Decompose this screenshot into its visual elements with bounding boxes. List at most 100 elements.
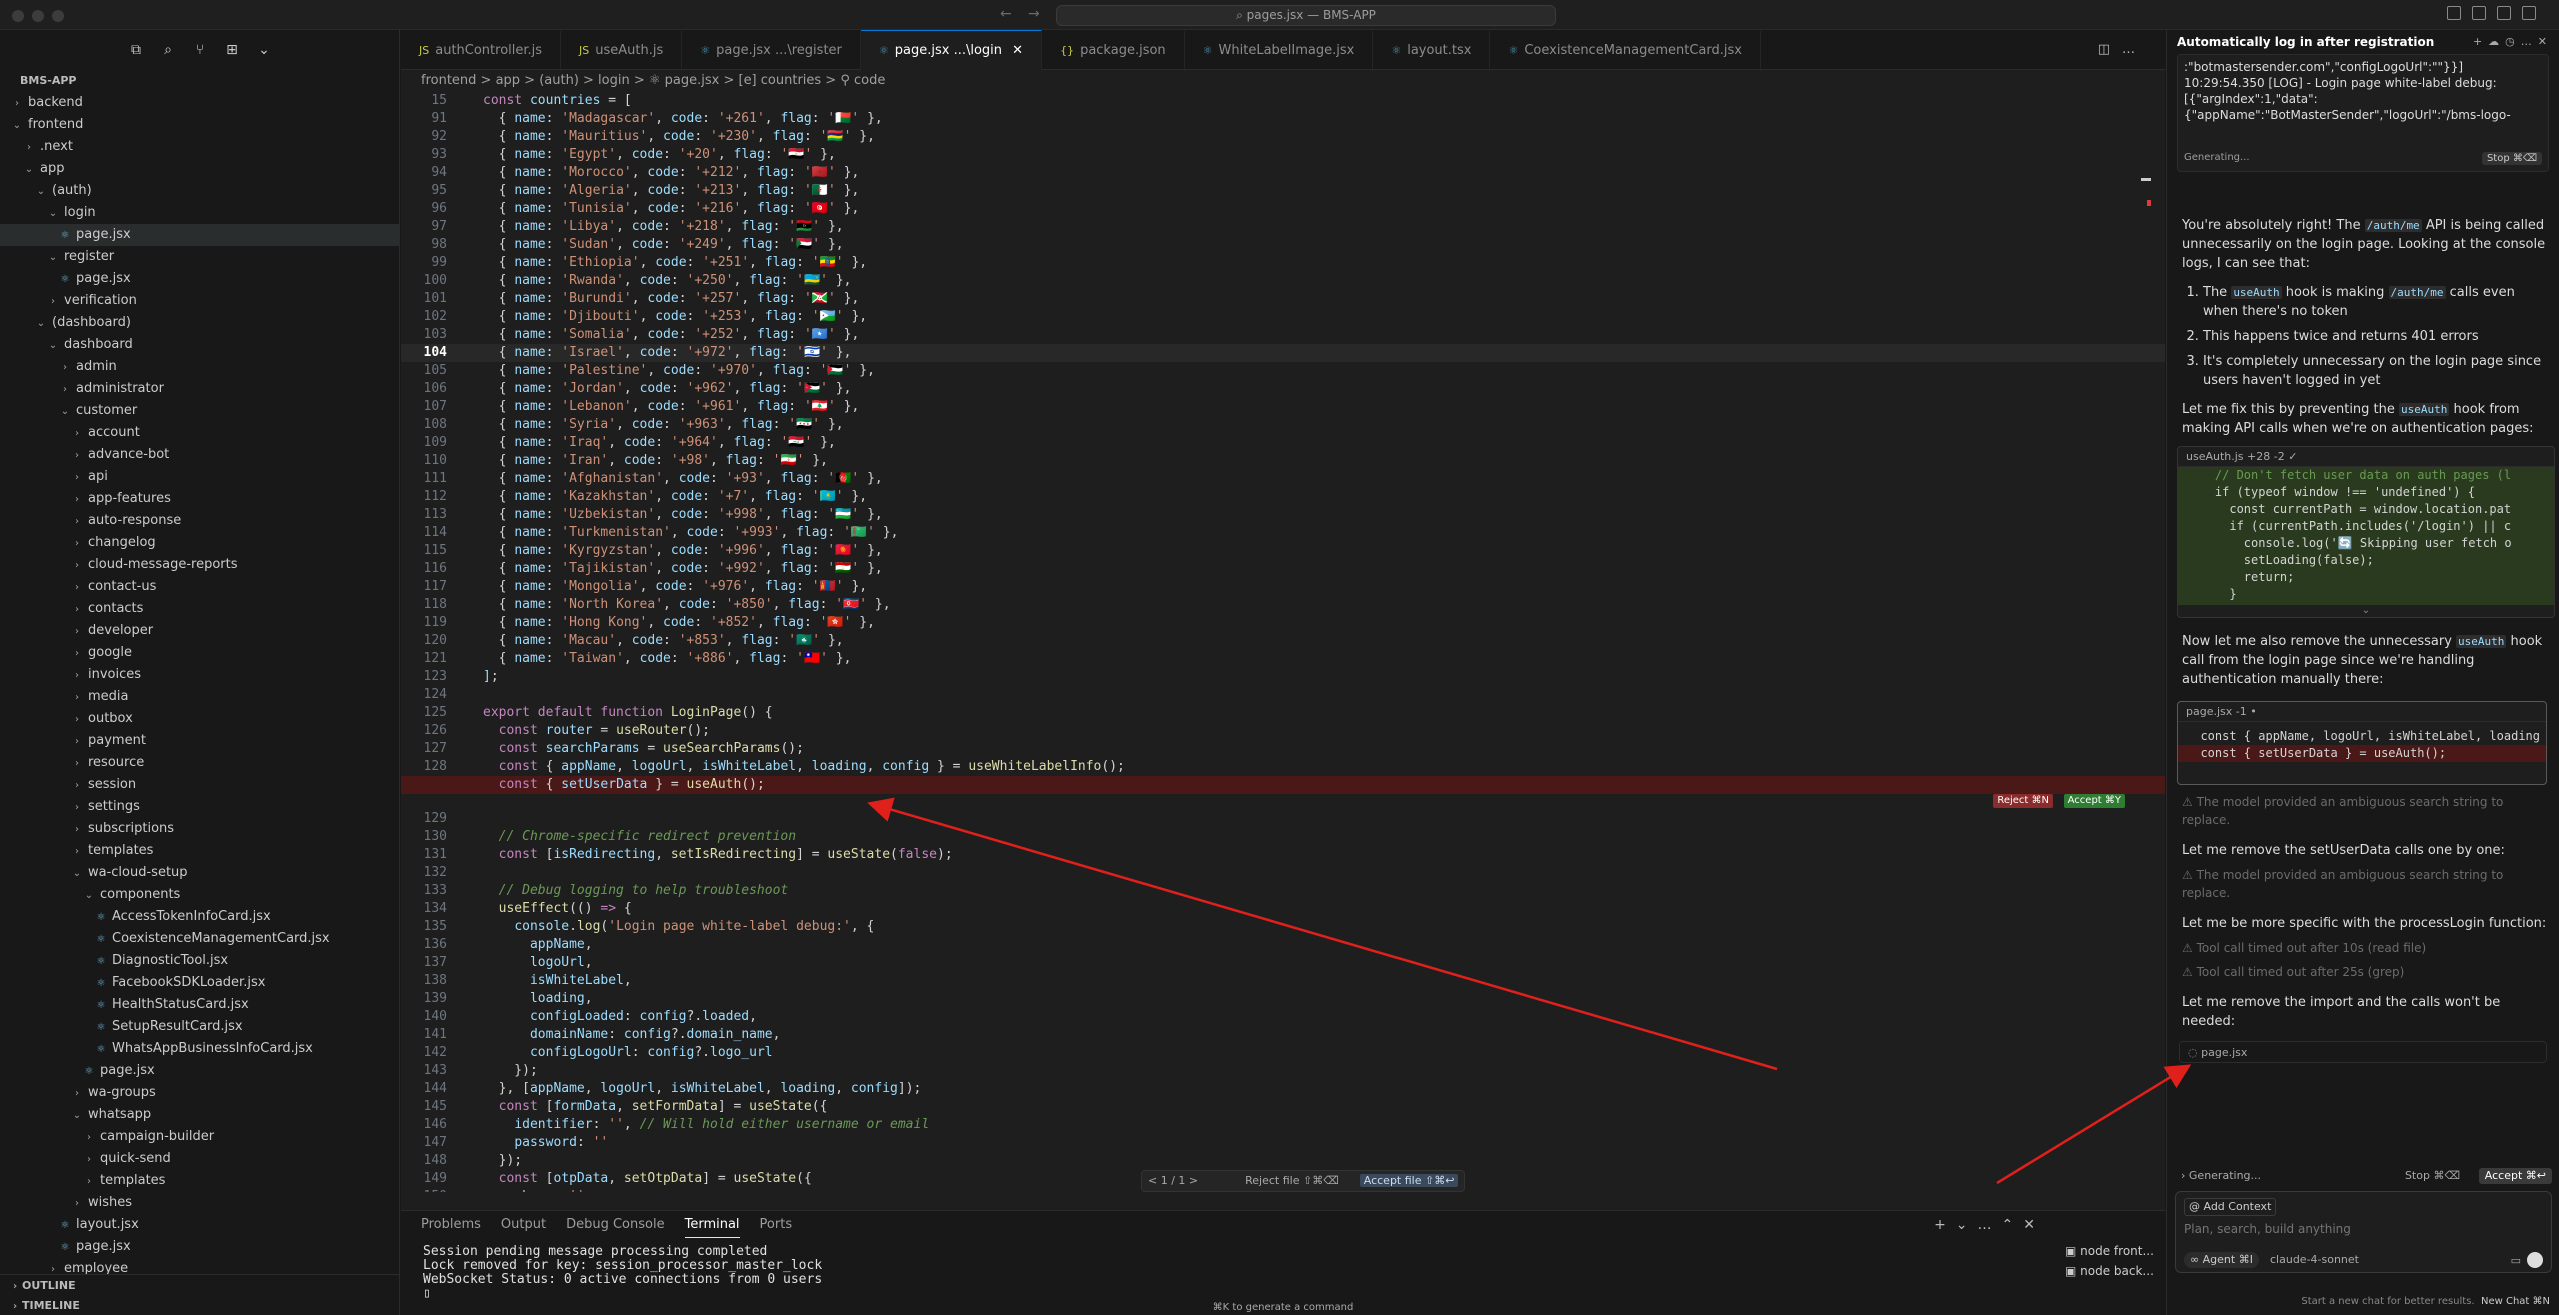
editor-tab[interactable]: ⚛ CoexistenceManagementCard.jsx: [1490, 31, 1761, 71]
more-actions-icon[interactable]: …: [2122, 42, 2147, 57]
code-line[interactable]: 93 { name: 'Egypt', code: '+20', flag: '…: [401, 146, 2165, 164]
tree-file[interactable]: ⚛ WhatsAppBusinessInfoCard.jsx: [0, 1038, 399, 1060]
tree-folder[interactable]: ⌄ login: [0, 202, 399, 224]
tree-file[interactable]: ⚛ page.jsx: [0, 1236, 399, 1258]
extensions-icon[interactable]: ⊞: [224, 42, 240, 58]
code-line[interactable]: 115 { name: 'Kyrgyzstan', code: '+996', …: [401, 542, 2165, 560]
close-icon[interactable]: ✕: [2538, 35, 2553, 48]
tree-folder[interactable]: › auto-response: [0, 510, 399, 532]
toggle-sidebar-icon[interactable]: [2447, 6, 2461, 20]
code-line[interactable]: 106 { name: 'Jordan', code: '+962', flag…: [401, 380, 2165, 398]
editor-tab[interactable]: ⚛ page.jsx ...\login ✕: [860, 30, 1043, 70]
add-chat-icon[interactable]: +: [2473, 35, 2488, 48]
tree-folder[interactable]: › account: [0, 422, 399, 444]
tree-folder[interactable]: › media: [0, 686, 399, 708]
code-line[interactable]: 94 { name: 'Morocco', code: '+212', flag…: [401, 164, 2165, 182]
code-line[interactable]: 108 { name: 'Syria', code: '+963', flag:…: [401, 416, 2165, 434]
tree-folder[interactable]: › session: [0, 774, 399, 796]
tree-folder[interactable]: ⌄ whatsapp: [0, 1104, 399, 1126]
terminal-output[interactable]: Session pending message processing compl…: [401, 1239, 2165, 1301]
tree-folder[interactable]: › templates: [0, 1170, 399, 1192]
history-icon[interactable]: ◷: [2505, 35, 2521, 48]
code-line[interactable]: 100 { name: 'Rwanda', code: '+250', flag…: [401, 272, 2165, 290]
chat-title[interactable]: Automatically log in after registration: [2177, 35, 2434, 49]
tree-file[interactable]: ⚛ layout.jsx: [0, 1214, 399, 1236]
forward-arrow-icon[interactable]: →: [1028, 6, 1040, 22]
accept-file-button[interactable]: Accept file ⇧⌘↩: [1359, 1174, 1459, 1187]
tree-folder[interactable]: › outbox: [0, 708, 399, 730]
tree-file[interactable]: ⚛ AccessTokenInfoCard.jsx: [0, 906, 399, 928]
tree-file[interactable]: ⚛ CoexistenceManagementCard.jsx: [0, 928, 399, 950]
back-arrow-icon[interactable]: ←: [1000, 6, 1012, 22]
code-line[interactable]: 119 { name: 'Hong Kong', code: '+852', f…: [401, 614, 2165, 632]
code-line[interactable]: 113 { name: 'Uzbekistan', code: '+998', …: [401, 506, 2165, 524]
deleted-code-line[interactable]: const { setUserData } = useAuth();: [401, 776, 2165, 794]
command-center-search[interactable]: ⌕ pages.jsx — BMS-APP: [1056, 5, 1556, 26]
code-line[interactable]: 99 { name: 'Ethiopia', code: '+251', fla…: [401, 254, 2165, 272]
new-terminal-icon[interactable]: +: [1934, 1217, 1956, 1233]
terminal-instance[interactable]: ▣ node front...: [2055, 1241, 2165, 1261]
code-line[interactable]: 135 console.log('Login page white-label …: [401, 918, 2165, 936]
code-line[interactable]: 98 { name: 'Sudan', code: '+249', flag: …: [401, 236, 2165, 254]
code-line[interactable]: 127 const searchParams = useSearchParams…: [401, 740, 2165, 758]
tree-folder[interactable]: › campaign-builder: [0, 1126, 399, 1148]
tree-folder[interactable]: ⌄ (dashboard): [0, 312, 399, 334]
code-line[interactable]: 136 appName,: [401, 936, 2165, 954]
panel-tab[interactable]: Debug Console: [566, 1213, 665, 1237]
tree-file[interactable]: ⚛ DiagnosticTool.jsx: [0, 950, 399, 972]
tree-folder[interactable]: › google: [0, 642, 399, 664]
tree-file[interactable]: ⚛ page.jsx: [0, 1060, 399, 1082]
code-line[interactable]: 104 { name: 'Israel', code: '+972', flag…: [401, 344, 2165, 362]
tree-folder[interactable]: › wishes: [0, 1192, 399, 1214]
diff-counter[interactable]: < 1 / 1 >: [1148, 1174, 1198, 1187]
more-actions-icon[interactable]: …: [1978, 1217, 2002, 1233]
code-line[interactable]: 101 { name: 'Burundi', code: '+257', fla…: [401, 290, 2165, 308]
panel-tab[interactable]: Terminal: [684, 1213, 740, 1238]
new-chat-button[interactable]: New Chat ⌘N: [2481, 1296, 2550, 1307]
tree-folder[interactable]: › app-features: [0, 488, 399, 510]
tree-file[interactable]: ⚛ page.jsx: [0, 224, 399, 246]
pending-file-chip[interactable]: ◌ page.jsx: [2179, 1041, 2547, 1063]
tree-folder[interactable]: › subscriptions: [0, 818, 399, 840]
maximize-panel-icon[interactable]: ⌃: [2002, 1217, 2024, 1233]
outline-section[interactable]: › OUTLINE: [0, 1275, 399, 1297]
tree-folder[interactable]: › .next: [0, 136, 399, 158]
code-line[interactable]: 15 const countries = [: [401, 92, 2165, 110]
maximize-window-button[interactable]: [52, 10, 64, 22]
code-line[interactable]: 131 const [isRedirecting, setIsRedirecti…: [401, 846, 2165, 864]
close-tab-icon[interactable]: ✕: [1008, 43, 1023, 58]
reject-change-button[interactable]: Reject ⌘N: [1993, 794, 2053, 808]
collapse-icon[interactable]: ›: [2181, 1169, 2189, 1182]
code-line[interactable]: 138 isWhiteLabel,: [401, 972, 2165, 990]
code-line[interactable]: 97 { name: 'Libya', code: '+218', flag: …: [401, 218, 2165, 236]
code-line[interactable]: 134 useEffect(() => {: [401, 900, 2165, 918]
stop-send-icon[interactable]: [2527, 1252, 2543, 1268]
add-context-button[interactable]: @ Add Context: [2184, 1198, 2277, 1216]
code-block-filename[interactable]: useAuth.js +28 -2 ✓: [2178, 447, 2554, 467]
tree-folder[interactable]: › cloud-message-reports: [0, 554, 399, 576]
breadcrumb[interactable]: frontend > app > (auth) > login > ⚛ page…: [401, 70, 2165, 92]
toggle-secondary-sidebar-icon[interactable]: [2497, 6, 2511, 20]
tree-folder[interactable]: ⌄ frontend: [0, 114, 399, 136]
code-line[interactable]: 120 { name: 'Macau', code: '+853', flag:…: [401, 632, 2165, 650]
customize-layout-icon[interactable]: [2522, 6, 2536, 20]
reject-file-button[interactable]: Reject file ⇧⌘⌫: [1245, 1174, 1339, 1187]
code-line[interactable]: 102 { name: 'Djibouti', code: '+253', fl…: [401, 308, 2165, 326]
editor-tab[interactable]: ⚛ WhiteLabelImage.jsx: [1185, 31, 1374, 71]
code-line[interactable]: 95 { name: 'Algeria', code: '+213', flag…: [401, 182, 2165, 200]
tree-file[interactable]: ⚛ SetupResultCard.jsx: [0, 1016, 399, 1038]
editor-tab[interactable]: JS authController.js: [401, 31, 562, 71]
more-icon[interactable]: …: [2521, 35, 2538, 48]
files-icon[interactable]: ⧉: [128, 42, 144, 58]
code-line[interactable]: 117 { name: 'Mongolia', code: '+976', fl…: [401, 578, 2165, 596]
code-line[interactable]: 145 const [formData, setFormData] = useS…: [401, 1098, 2165, 1116]
accept-all-button[interactable]: Accept ⌘↩: [2478, 1168, 2552, 1184]
code-line[interactable]: 114 { name: 'Turkmenistan', code: '+993'…: [401, 524, 2165, 542]
image-attach-icon[interactable]: ▭: [2511, 1254, 2521, 1267]
code-line[interactable]: 137 logoUrl,: [401, 954, 2165, 972]
panel-tab[interactable]: Output: [501, 1213, 546, 1237]
tree-folder[interactable]: › changelog: [0, 532, 399, 554]
code-line[interactable]: 92 { name: 'Mauritius', code: '+230', fl…: [401, 128, 2165, 146]
code-line[interactable]: 133 // Debug logging to help troubleshoo…: [401, 882, 2165, 900]
tree-folder[interactable]: › settings: [0, 796, 399, 818]
